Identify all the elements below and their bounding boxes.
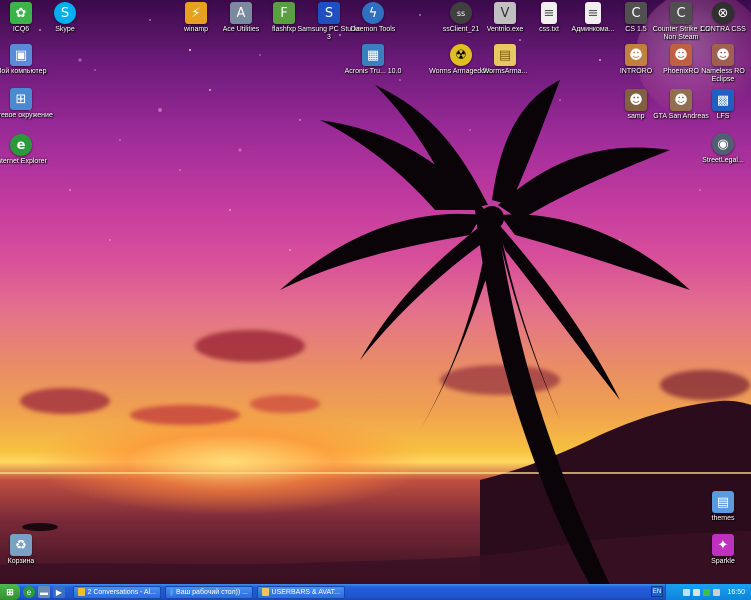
folder-icon: ▤ <box>494 44 516 66</box>
desktop-icon-themes[interactable]: ▤ themes <box>690 491 751 523</box>
desktop-icon-contra-css[interactable]: ⊗ CONTRA CSS <box>690 2 751 34</box>
network-tray-icon[interactable] <box>683 588 691 596</box>
contra-css-icon: ⊗ <box>712 2 734 24</box>
internet-explorer-icon <box>170 588 174 596</box>
quicklaunch-internet-explorer[interactable]: e <box>23 586 35 598</box>
ace-utilities-icon: A <box>230 2 252 24</box>
samsung-pc-studio-icon: S <box>318 2 340 24</box>
desktop-icon-nameless-ro[interactable]: ☻ Nameless RO Eclipse <box>690 44 751 84</box>
antivirus-tray-icon[interactable] <box>703 588 711 596</box>
clock[interactable]: 16:50 <box>727 589 745 596</box>
desktop-icon-label: winamp <box>183 26 209 33</box>
text-file-icon: ≡ <box>541 2 557 24</box>
desktop-icon-label: LFS <box>716 113 730 120</box>
desktop-icon-label: Internet Explorer <box>0 158 47 165</box>
sparkle-icon: ✦ <box>712 534 734 556</box>
quicklaunch-show-desktop[interactable]: ▬ <box>38 586 50 598</box>
language-indicator[interactable]: EN <box>651 586 663 597</box>
desktop-icon-label: WormsArma... <box>482 68 528 75</box>
taskbar-button-label: Ваш рабочий стол)) ... <box>176 588 248 596</box>
my-computer-icon: ▣ <box>10 44 32 66</box>
taskbar-button-conversations[interactable]: 2 Conversations - Al... <box>73 585 161 599</box>
desktop-icon-label: Корзина <box>7 558 35 565</box>
desktop-icon-network[interactable]: ⊞ Сетевое окружение <box>0 88 54 120</box>
desktop-icon-daemon-tools[interactable]: ϟ Daemon Tools <box>340 2 406 34</box>
desktop-icon-lfs[interactable]: ▩ LFS <box>690 89 751 121</box>
worms-icon: ☢ <box>450 44 472 66</box>
cloud <box>20 388 110 414</box>
taskbar: ⊞ e ▬ ▶ 2 Conversations - Al... Ваш рабо… <box>0 584 751 600</box>
winamp-icon: ⚡ <box>185 2 207 24</box>
text-file-icon: ≡ <box>585 2 601 24</box>
windows-logo-icon: ⊞ <box>6 586 14 597</box>
system-tray: 16:50 <box>665 584 751 600</box>
nameless-ro-icon: ☻ <box>712 44 734 66</box>
taskbar-button-label: USERBARS & AVAT... <box>271 588 340 596</box>
folder-icon <box>262 588 269 596</box>
lfs-icon: ▩ <box>712 89 734 111</box>
taskbar-button-userbars[interactable]: USERBARS & AVAT... <box>257 585 345 599</box>
network-icon: ⊞ <box>10 88 32 110</box>
flashfxp-icon: F <box>273 2 295 24</box>
palm-tree-silhouette <box>280 80 690 585</box>
gta-icon: ☻ <box>670 89 692 111</box>
taskbar-button-label: 2 Conversations - Al... <box>87 588 156 596</box>
show-desktop-icon: ▬ <box>40 587 48 597</box>
acronis-icon: ▦ <box>362 44 384 66</box>
daemon-tools-icon: ϟ <box>362 2 384 24</box>
desktop-icon-label: StreetLegal... <box>702 157 744 164</box>
desktop-icon-label: css.txt <box>539 26 559 33</box>
samp-icon: ☻ <box>625 89 647 111</box>
desktop-icon-label: CONTRA CSS <box>700 26 746 33</box>
desktop-icon-label: Daemon Tools <box>350 26 396 33</box>
desktop-icon-internet-explorer[interactable]: e Internet Explorer <box>0 134 54 166</box>
desktop-icon-worms-folder[interactable]: ▤ WormsArma... <box>472 44 538 76</box>
desktop-icon-label: themes <box>711 515 735 522</box>
desktop-icon-skype[interactable]: S Skype <box>32 2 98 34</box>
desktop-icon-label: ICQ6 <box>12 26 30 33</box>
volume-tray-icon[interactable] <box>693 588 701 596</box>
introro-icon: ☻ <box>625 44 647 66</box>
skype-icon: S <box>54 2 76 24</box>
internet-explorer-icon: e <box>10 134 32 156</box>
desktop-icon-streetlegal[interactable]: ◉ StreetLegal... <box>690 133 751 165</box>
desktop-icon-label: Skype <box>55 26 75 33</box>
start-button[interactable]: ⊞ <box>0 584 20 600</box>
desktop-icon-label: Сетевое окружение <box>0 112 53 119</box>
streetlegal-icon: ◉ <box>712 133 734 155</box>
icq-icon: ✿ <box>10 2 32 24</box>
quicklaunch-media-player[interactable]: ▶ <box>53 586 65 598</box>
cloud <box>130 405 240 425</box>
ventrilo-icon: V <box>494 2 516 24</box>
desktop-icon-label: Nameless RO Eclipse <box>701 68 745 83</box>
desktop-icon-label: samp <box>627 113 645 120</box>
chat-icon <box>78 588 85 596</box>
phoenixro-icon: ☻ <box>670 44 692 66</box>
ssclient-icon: ss <box>450 2 472 24</box>
desktop-icon-recycle-bin[interactable]: ♻ Корзина <box>0 534 54 566</box>
desktop-icon-label: Sparkle <box>711 558 735 565</box>
safely-remove-tray-icon[interactable] <box>713 588 721 596</box>
internet-explorer-icon: e <box>26 587 32 597</box>
counter-strike-icon: C <box>670 2 692 24</box>
folder-icon: ▤ <box>712 491 734 513</box>
desktop-icon-label: flashfxp <box>271 26 297 33</box>
desktop-icon-sparkle[interactable]: ✦ Sparkle <box>690 534 751 566</box>
counter-strike-icon: C <box>625 2 647 24</box>
wallpaper <box>0 0 751 585</box>
desktop-icon-label: Acronis Tru... 10.0 <box>344 68 402 75</box>
desktop-icon-label: Мой компьютер <box>0 68 47 75</box>
media-player-icon: ▶ <box>55 587 63 597</box>
desktop-icon-acronis[interactable]: ▦ Acronis Tru... 10.0 <box>340 44 406 76</box>
desktop-icon-label: CS 1.5 <box>625 26 647 33</box>
taskbar-button-browser[interactable]: Ваш рабочий стол)) ... <box>165 585 253 599</box>
recycle-bin-icon: ♻ <box>10 534 32 556</box>
desktop-icon-my-computer[interactable]: ▣ Мой компьютер <box>0 44 54 76</box>
